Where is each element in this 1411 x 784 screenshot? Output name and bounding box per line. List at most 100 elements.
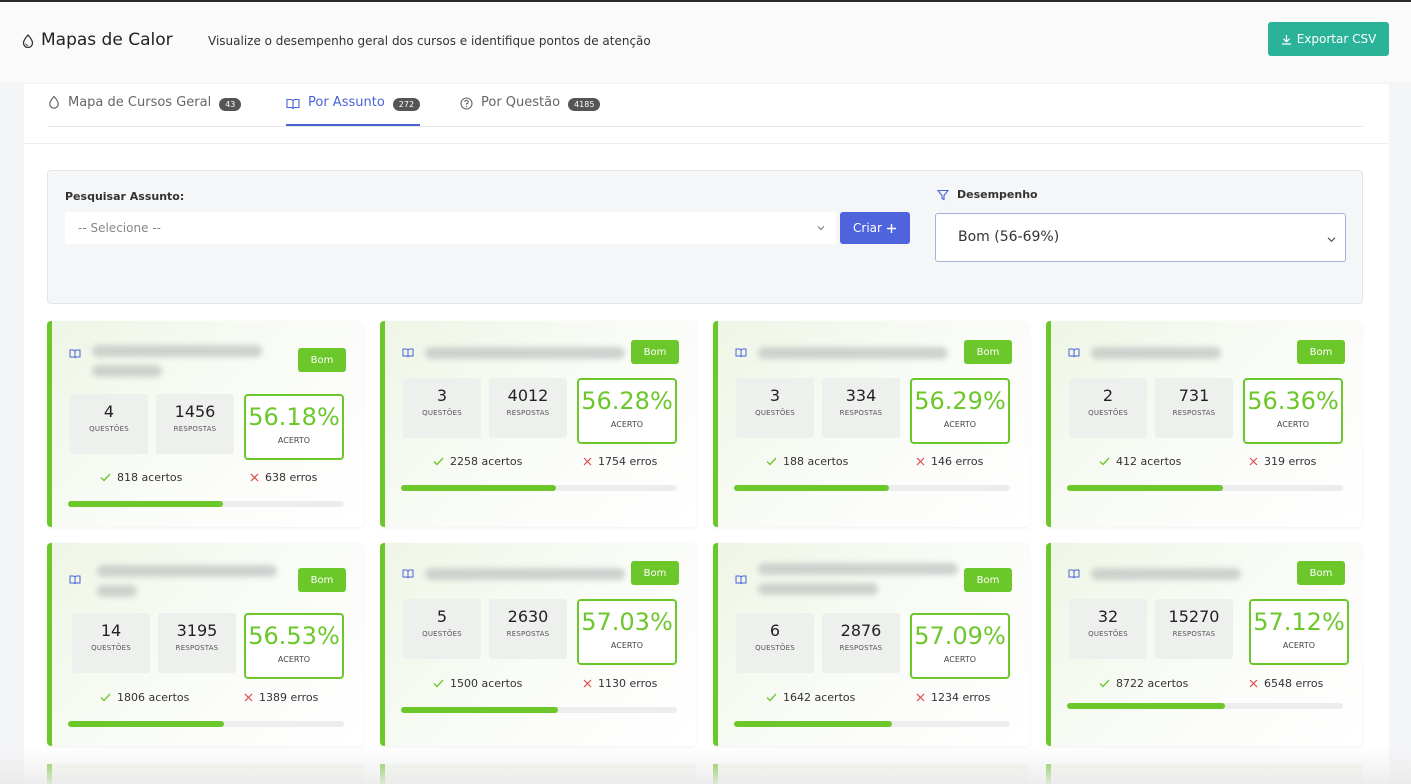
accuracy-value: 56.29% — [914, 387, 1006, 415]
accuracy-value: 57.12% — [1253, 608, 1345, 636]
progress-fill — [401, 485, 557, 491]
create-button[interactable]: Criar — [840, 212, 910, 244]
performance-tag: Bom — [1297, 340, 1345, 364]
tab-por-assunto[interactable]: Por Assunto 272 — [286, 95, 421, 126]
subject-card[interactable]: Bom 4 QUESTÕES 1456 RESPOSTAS 56.18% ACERTO… — [47, 321, 363, 527]
accuracy-label: ACERTO — [277, 436, 311, 445]
x-icon — [916, 693, 925, 702]
tab-bar: Mapa de Cursos Geral 43 Por Assunto 272 … — [48, 93, 1363, 127]
errors-text: 146 erros — [931, 455, 984, 468]
errors-count: 1130 erros — [583, 677, 657, 690]
check-icon — [766, 693, 777, 702]
subject-card[interactable]: Bom 14 QUESTÕES 3195 RESPOSTAS 56.53% ACERT… — [47, 543, 363, 746]
questions-count: 3 — [436, 386, 448, 405]
performance-tag: Bom — [298, 348, 346, 372]
hits-text: 1500 acertos — [450, 677, 523, 690]
errors-text: 6548 erros — [1264, 677, 1324, 690]
responses-label: RESPOSTAS — [173, 425, 217, 433]
tab-count-badge: 43 — [219, 98, 242, 111]
accuracy-box: 56.29% ACERTO — [910, 378, 1010, 444]
book-icon — [1068, 348, 1080, 358]
responses-label: RESPOSTAS — [506, 409, 550, 417]
accuracy-box: 56.36% ACERTO — [1243, 378, 1343, 444]
tab-count-badge: 272 — [392, 98, 421, 111]
hits-text: 818 acertos — [117, 471, 183, 484]
subject-card[interactable]: Bom 6 QUESTÕES 2876 RESPOSTAS 57.09% ACERTO… — [713, 543, 1029, 746]
subject-card[interactable]: Bom 2 QUESTÕES 731 RESPOSTAS 56.36% ACERTO … — [1046, 321, 1362, 527]
questions-stat: 4 QUESTÕES — [70, 394, 148, 454]
accuracy-box: 57.03% ACERTO — [577, 599, 677, 665]
tab-por-questao[interactable]: Por Questão 4185 — [460, 95, 601, 126]
book-icon — [735, 575, 747, 585]
subject-select-placeholder: -- Selecione -- — [78, 221, 161, 235]
responses-label: RESPOSTAS — [175, 644, 219, 652]
subject-card[interactable]: Bom 32 QUESTÕES 15270 RESPOSTAS 57.12% ACER… — [1046, 543, 1362, 746]
subject-card[interactable]: Bom 3 QUESTÕES 4012 RESPOSTAS 56.28% ACERTO… — [380, 321, 696, 527]
drop-icon — [49, 95, 59, 109]
check-icon — [1099, 457, 1110, 466]
x-icon — [1249, 679, 1258, 688]
progress-fill — [734, 721, 892, 727]
responses-stat: 731 RESPOSTAS — [1155, 378, 1233, 438]
responses-label: RESPOSTAS — [839, 644, 883, 652]
performance-tag: Bom — [1297, 561, 1345, 585]
filter-icon — [937, 189, 949, 200]
book-icon — [402, 348, 414, 358]
accuracy-label: ACERTO — [610, 420, 644, 429]
page-header: Mapas de Calor Visualize o desempenho ge… — [0, 2, 1411, 82]
questions-label: QUESTÕES — [422, 409, 462, 417]
tab-label: Por Questão — [481, 95, 561, 110]
errors-text: 319 erros — [1264, 455, 1317, 468]
tab-label: Por Assunto — [308, 95, 385, 110]
check-icon — [766, 457, 777, 466]
hits-text: 1806 acertos — [117, 691, 190, 704]
responses-label: RESPOSTAS — [506, 630, 550, 638]
performance-label: Desempenho — [957, 188, 1038, 201]
accuracy-progress-bar — [1067, 485, 1343, 491]
accuracy-box: 56.18% ACERTO — [244, 394, 344, 460]
export-csv-button[interactable]: Exportar CSV — [1268, 22, 1389, 56]
questions-stat: 3 QUESTÕES — [736, 378, 814, 438]
performance-select[interactable]: Bom (56-69%) — [935, 213, 1346, 262]
accuracy-label: ACERTO — [943, 420, 977, 429]
scroll-fade — [0, 746, 1411, 784]
responses-count: 2876 — [840, 621, 882, 640]
hits-count: 818 acertos — [100, 471, 182, 484]
errors-text: 1130 erros — [598, 677, 658, 690]
check-icon — [100, 473, 111, 482]
page-title: Mapas de Calor — [41, 30, 173, 50]
blurred-subject-name — [97, 565, 277, 577]
x-icon — [250, 473, 259, 482]
blurred-subject-name — [92, 365, 162, 377]
performance-tag: Bom — [298, 568, 346, 592]
progress-fill — [1067, 703, 1225, 709]
subject-card[interactable]: Bom 3 QUESTÕES 334 RESPOSTAS 56.29% ACERTO … — [713, 321, 1029, 527]
progress-fill — [401, 707, 559, 713]
questions-stat: 2 QUESTÕES — [1069, 378, 1147, 438]
hits-count: 1806 acertos — [100, 691, 189, 704]
hits-count: 412 acertos — [1099, 455, 1181, 468]
blurred-subject-name — [1091, 568, 1241, 580]
accuracy-label: ACERTO — [277, 655, 311, 664]
errors-text: 638 erros — [265, 471, 318, 484]
accuracy-label: ACERTO — [610, 641, 644, 650]
accuracy-value: 57.03% — [581, 608, 673, 636]
hits-text: 8722 acertos — [1116, 677, 1189, 690]
errors-text: 1754 erros — [598, 455, 658, 468]
x-icon — [1249, 457, 1258, 466]
responses-count: 731 — [1178, 386, 1210, 405]
accuracy-progress-bar — [734, 485, 1010, 491]
book-icon — [286, 98, 300, 110]
responses-label: RESPOSTAS — [1172, 630, 1216, 638]
blurred-subject-name — [97, 585, 137, 597]
questions-count: 2 — [1102, 386, 1114, 405]
performance-tag: Bom — [631, 561, 679, 585]
subject-select[interactable]: -- Selecione -- — [65, 212, 836, 244]
subject-card[interactable]: Bom 5 QUESTÕES 2630 RESPOSTAS 57.03% ACERTO… — [380, 543, 696, 746]
hits-text: 1642 acertos — [783, 691, 856, 704]
accuracy-label: ACERTO — [1276, 420, 1310, 429]
responses-stat: 334 RESPOSTAS — [822, 378, 900, 438]
questions-label: QUESTÕES — [1088, 630, 1128, 638]
tab-mapa-cursos-geral[interactable]: Mapa de Cursos Geral 43 — [48, 95, 242, 126]
accuracy-value: 57.09% — [914, 622, 1006, 650]
